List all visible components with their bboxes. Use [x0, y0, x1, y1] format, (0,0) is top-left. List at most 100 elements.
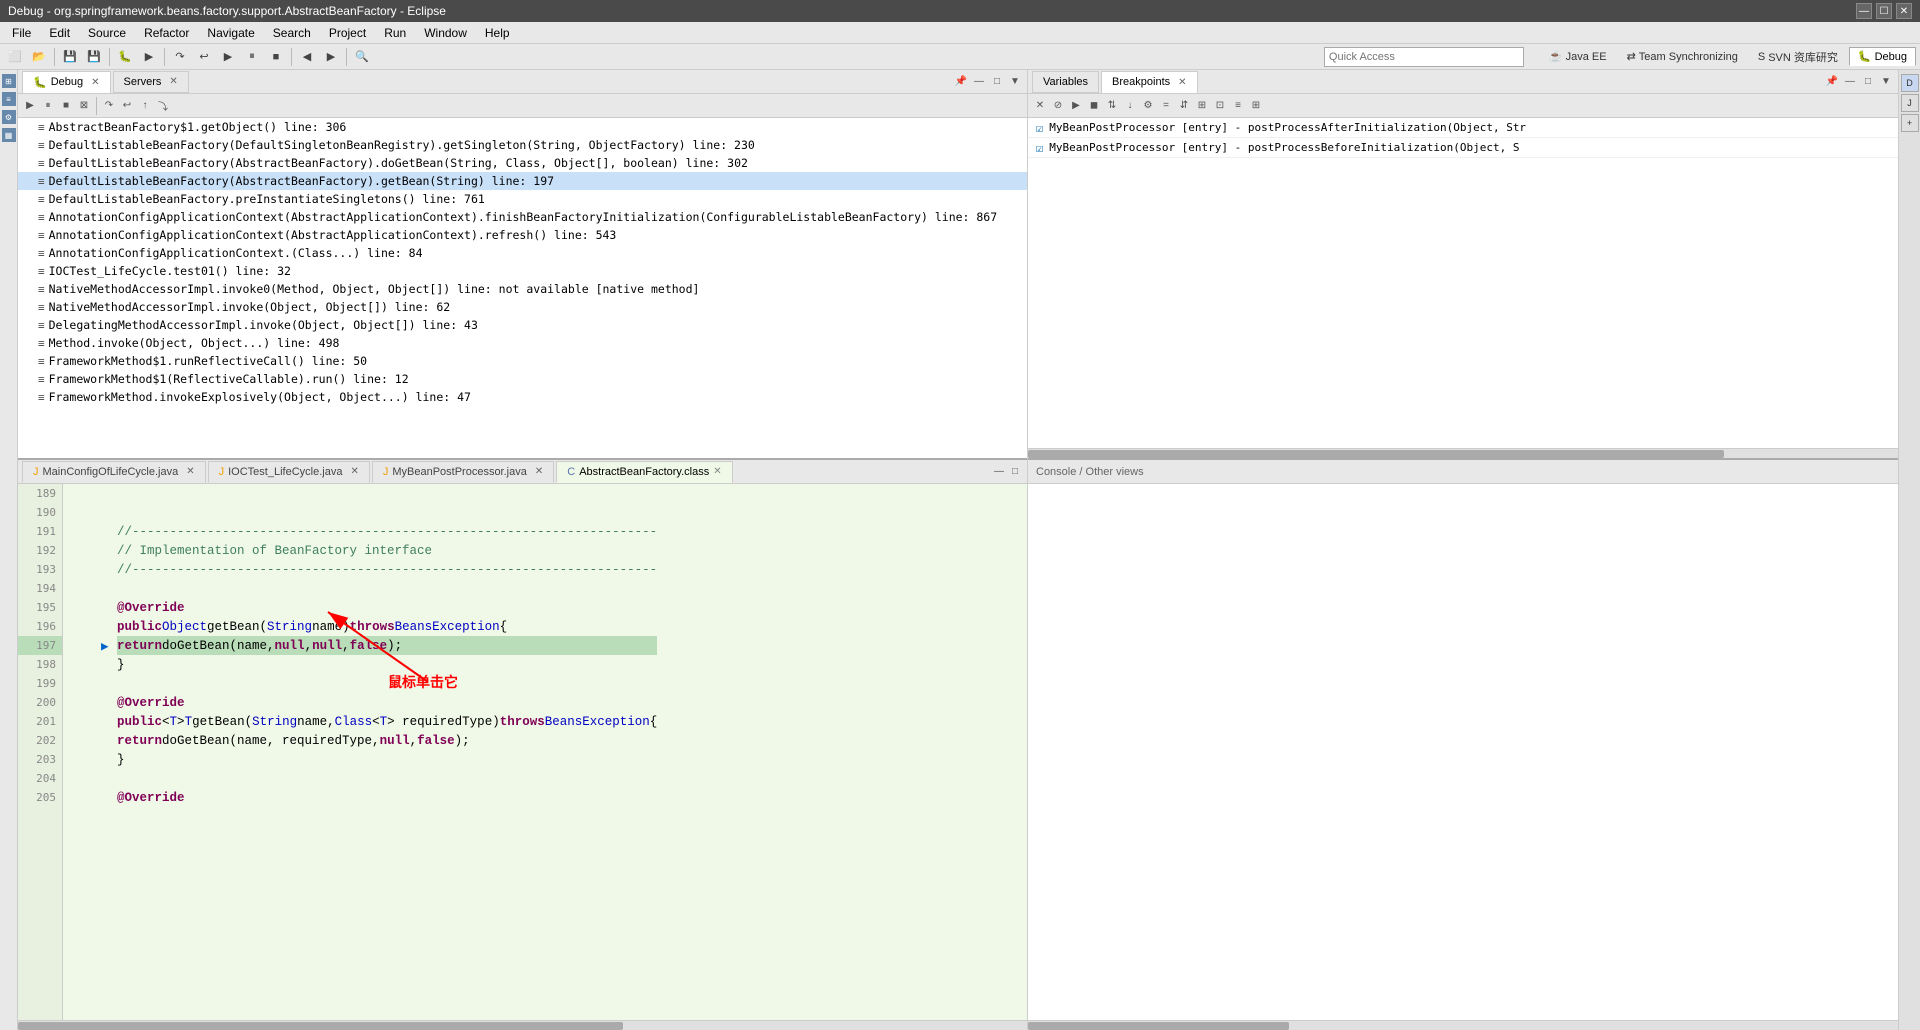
toolbar-open[interactable]: 📂 [28, 46, 50, 68]
bp-sort-btn[interactable]: ⇵ [1176, 98, 1192, 114]
persp-debug-btn[interactable]: D [1901, 74, 1919, 92]
menu-run[interactable]: Run [376, 24, 414, 42]
stack-frame-2[interactable]: ≡DefaultListableBeanFactory(AbstractBean… [18, 154, 1027, 172]
bp-link-btn[interactable]: ⇅ [1104, 98, 1120, 114]
toolbar-terminate[interactable]: ■ [265, 46, 287, 68]
persp-add-btn[interactable]: + [1901, 114, 1919, 132]
sidebar-icon-3[interactable]: ⚙ [2, 110, 16, 124]
debug-pin-btn[interactable]: 📌 [953, 74, 969, 90]
tab-breakpoints[interactable]: Breakpoints ✕ [1101, 71, 1197, 93]
maximize-button[interactable]: ☐ [1876, 3, 1892, 19]
breakpoints-tab-close[interactable]: ✕ [1178, 77, 1186, 88]
breakpoint-row-1[interactable]: ☑ MyBeanPostProcessor [entry] - postProc… [1028, 118, 1898, 138]
toolbar-search[interactable]: 🔍 [351, 46, 373, 68]
menu-help[interactable]: Help [477, 24, 518, 42]
breakpoint-row-2[interactable]: ☑ MyBeanPostProcessor [entry] - postProc… [1028, 138, 1898, 158]
bp-expand-btn[interactable]: ↓ [1122, 98, 1138, 114]
vars-minimize-btn[interactable]: — [1842, 74, 1858, 90]
quick-access-input[interactable] [1329, 51, 1519, 63]
stack-frame-12[interactable]: ≡Method.invoke(Object, Object...) line: … [18, 334, 1027, 352]
bp-disable-btn[interactable]: ◼ [1086, 98, 1102, 114]
menu-project[interactable]: Project [321, 24, 374, 42]
debug-view-menu-btn[interactable]: ▼ [1007, 74, 1023, 90]
stack-frame-15[interactable]: ≡FrameworkMethod.invokeExplosively(Objec… [18, 388, 1027, 406]
editor-maximize-btn[interactable]: □ [1007, 464, 1023, 480]
toolbar-save-all[interactable]: 💾 [83, 46, 105, 68]
bp-filter-btn[interactable]: = [1158, 98, 1174, 114]
debug-tab-close[interactable]: ✕ [91, 77, 99, 88]
debug-maximize-btn[interactable]: □ [989, 74, 1005, 90]
stepreturn-btn[interactable]: ↑ [137, 98, 153, 114]
stepover-btn[interactable]: ↩ [119, 98, 135, 114]
close-button[interactable]: ✕ [1896, 3, 1912, 19]
menu-navigate[interactable]: Navigate [199, 24, 262, 42]
perspective-tab-svn[interactable]: S SVN 资库研究 [1749, 46, 1847, 68]
bp-check-2[interactable]: ☑ [1036, 141, 1043, 155]
editor-minimize-btn[interactable]: — [991, 464, 1007, 480]
disconnect-btn[interactable]: ⊠ [76, 98, 92, 114]
stepinto-btn[interactable]: ↷ [101, 98, 117, 114]
stack-frame-0[interactable]: ≡AbstractBeanFactory$1.getObject() line:… [18, 118, 1027, 136]
stack-frame-7[interactable]: ≡AnnotationConfigApplicationContext.(Cla… [18, 244, 1027, 262]
menu-refactor[interactable]: Refactor [136, 24, 197, 42]
servers-tab-close[interactable]: ✕ [169, 76, 177, 87]
stack-frame-8[interactable]: ≡IOCTest_LifeCycle.test01() line: 32 [18, 262, 1027, 280]
stack-frame-4[interactable]: ≡DefaultListableBeanFactory.preInstantia… [18, 190, 1027, 208]
bp-check-1[interactable]: ☑ [1036, 121, 1043, 135]
stack-frame-11[interactable]: ≡DelegatingMethodAccessorImpl.invoke(Obj… [18, 316, 1027, 334]
perspective-tab-javaee[interactable]: ☕ Java EE [1540, 47, 1616, 66]
right-bottom-scrollbar-h[interactable] [1028, 1020, 1898, 1030]
toolbar-resume[interactable]: ▶ [217, 46, 239, 68]
toolbar-run[interactable]: ▶ [138, 46, 160, 68]
suspend-btn[interactable]: ⏸ [40, 98, 56, 114]
editor-scrollbar-thumb[interactable] [18, 1022, 623, 1030]
resume-btn[interactable]: ▶ [22, 98, 38, 114]
sidebar-icon-4[interactable]: ▦ [2, 128, 16, 142]
tab-abstractbean[interactable]: C AbstractBeanFactory.class ✕ [556, 461, 732, 483]
perspective-tab-debug[interactable]: 🐛 Debug [1849, 47, 1916, 66]
vars-pin-btn[interactable]: 📌 [1824, 74, 1840, 90]
ioctest-tab-close[interactable]: ✕ [350, 466, 358, 477]
persp-java-btn[interactable]: J [1901, 94, 1919, 112]
tab-ioctest[interactable]: J IOCTest_LifeCycle.java ✕ [208, 461, 370, 483]
tab-variables[interactable]: Variables [1032, 71, 1099, 93]
menu-source[interactable]: Source [80, 24, 134, 42]
toolbar-prev[interactable]: ◀ [296, 46, 318, 68]
quick-access-box[interactable] [1324, 47, 1524, 67]
menu-edit[interactable]: Edit [41, 24, 78, 42]
vars-scrollbar-thumb[interactable] [1028, 450, 1724, 458]
sidebar-icon-2[interactable]: ≡ [2, 92, 16, 106]
mybeanpost-tab-close[interactable]: ✕ [535, 466, 543, 477]
debug-minimize-btn[interactable]: — [971, 74, 987, 90]
toolbar-save[interactable]: 💾 [59, 46, 81, 68]
toolbar-suspend[interactable]: ⏸ [241, 46, 263, 68]
tab-servers[interactable]: Servers ✕ [113, 71, 189, 93]
stack-frame-1[interactable]: ≡DefaultListableBeanFactory(DefaultSingl… [18, 136, 1027, 154]
stack-frame-10[interactable]: ≡NativeMethodAccessorImpl.invoke(Object,… [18, 298, 1027, 316]
menu-search[interactable]: Search [265, 24, 319, 42]
stack-frame-5[interactable]: ≡AnnotationConfigApplicationContext(Abst… [18, 208, 1027, 226]
bp-settings-btn[interactable]: ⚙ [1140, 98, 1156, 114]
bp-remove-all-btn[interactable]: ⊘ [1050, 98, 1066, 114]
code-editor[interactable]: 1891901911921931941951961971981992002012… [18, 484, 1027, 1020]
menu-file[interactable]: File [4, 24, 39, 42]
bp-enable-btn[interactable]: ▶ [1068, 98, 1084, 114]
tab-main-config[interactable]: J MainConfigOfLifeCycle.java ✕ [22, 461, 206, 483]
tab-debug[interactable]: 🐛 Debug ✕ [22, 71, 111, 93]
sidebar-icon-1[interactable]: ⊞ [2, 74, 16, 88]
vars-scrollbar-h[interactable] [1028, 448, 1898, 458]
menu-window[interactable]: Window [416, 24, 475, 42]
toolbar-next[interactable]: ▶ [320, 46, 342, 68]
stack-frame-9[interactable]: ≡NativeMethodAccessorImpl.invoke0(Method… [18, 280, 1027, 298]
perspective-tab-team[interactable]: ⇄ Team Synchronizing [1618, 47, 1747, 66]
stack-frame-14[interactable]: ≡FrameworkMethod$1(ReflectiveCallable).r… [18, 370, 1027, 388]
main-config-tab-close[interactable]: ✕ [186, 466, 194, 477]
bp-menu2-btn[interactable]: ≡ [1230, 98, 1246, 114]
bp-group-btn[interactable]: ⊞ [1194, 98, 1210, 114]
toolbar-step-into[interactable]: ↷ [169, 46, 191, 68]
bp-add-btn[interactable]: ⊞ [1248, 98, 1264, 114]
drop-to-frame-btn[interactable]: ⤵ [155, 98, 171, 114]
vars-menu-btn[interactable]: ▼ [1878, 74, 1894, 90]
toolbar-step-over[interactable]: ↩ [193, 46, 215, 68]
bp-remove-btn[interactable]: ✕ [1032, 98, 1048, 114]
